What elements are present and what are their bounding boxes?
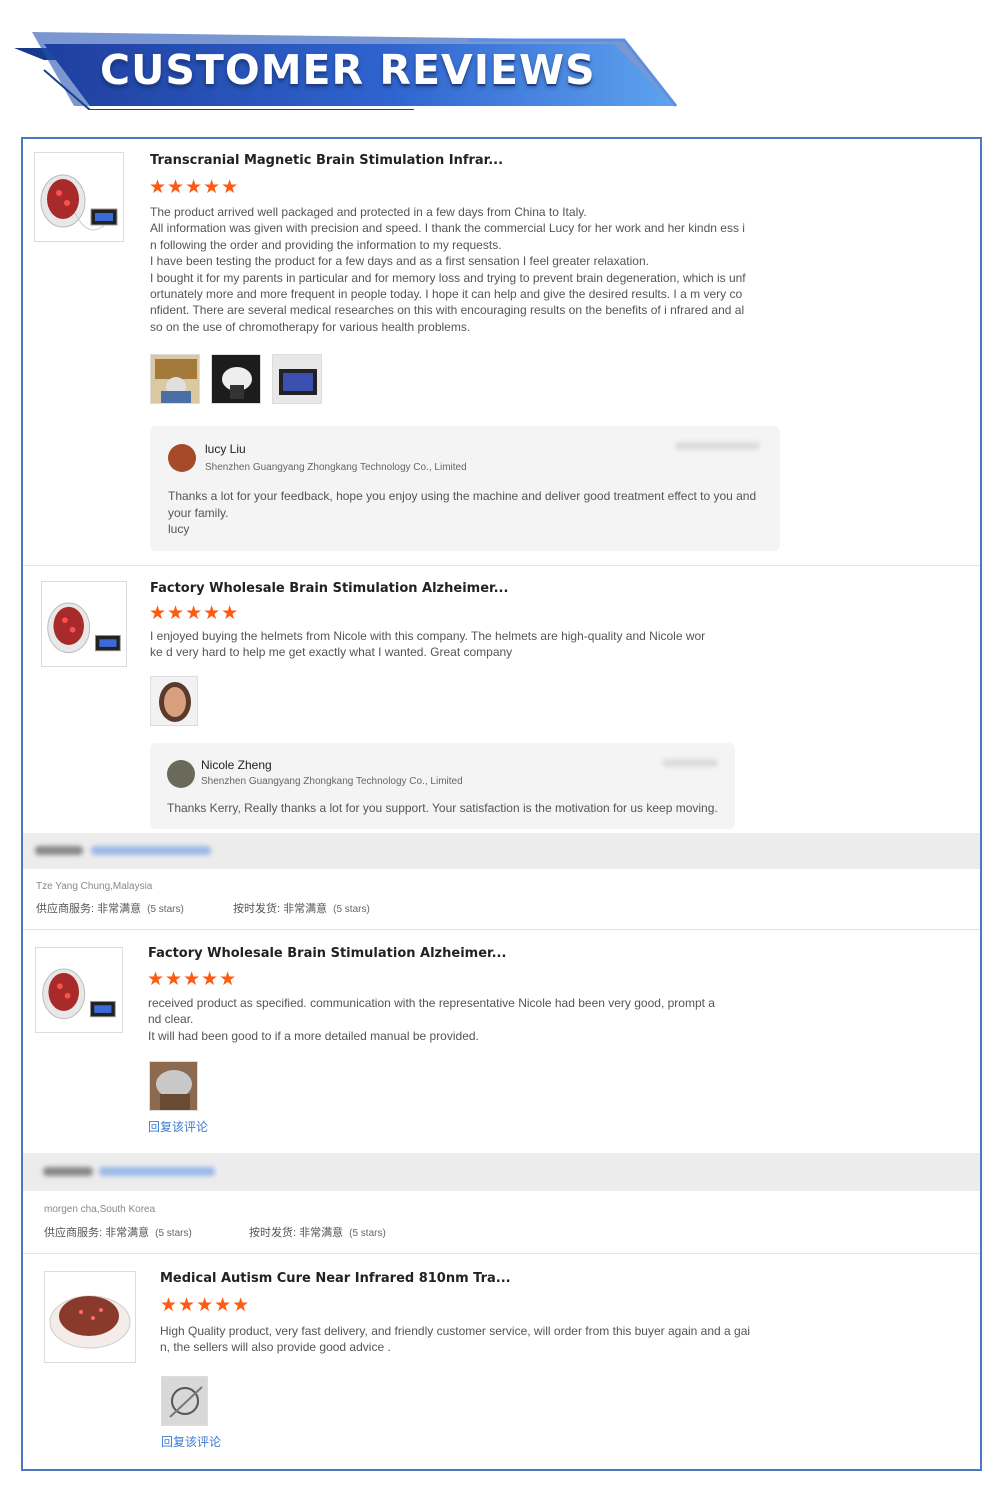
reply-text: Thanks Kerry, Really thanks a lot for yo… [167, 801, 718, 815]
avatar [168, 444, 196, 472]
product-thumbnail[interactable] [44, 1271, 136, 1363]
blurred-label [43, 1167, 93, 1176]
rating-stars: ★★★★★ [149, 177, 240, 198]
reply-company: Shenzhen Guangyang Zhongkang Technology … [201, 776, 463, 787]
reply-author: lucy Liu [205, 442, 246, 456]
reply-company: Shenzhen Guangyang Zhongkang Technology … [205, 462, 467, 473]
review-photo[interactable] [150, 354, 200, 404]
review-photo[interactable] [211, 354, 261, 404]
reply-text: Thanks a lot for your feedback, hope you… [168, 489, 757, 536]
review-photo[interactable] [272, 354, 322, 404]
product-thumbnail[interactable] [35, 947, 123, 1033]
reviewer-name: Tze Yang Chung,Malaysia [36, 881, 153, 892]
review-section-header [23, 833, 980, 869]
review-text: I enjoyed buying the helmets from Nicole… [150, 629, 706, 660]
reviews-panel: Transcranial Magnetic Brain Stimulation … [21, 137, 982, 1471]
reply-to-review-link[interactable]: 回复该评论 [148, 1118, 208, 1135]
review-card: Transcranial Magnetic Brain Stimulation … [23, 139, 980, 566]
review-text: High Quality product, very fast delivery… [160, 1324, 751, 1355]
delivery-rating: 按时发货: 非常满意 (5 stars) [233, 903, 370, 915]
review-card: Medical Autism Cure Near Infrared 810nm … [23, 1253, 980, 1469]
rating-stars: ★★★★★ [147, 969, 238, 990]
product-thumbnail[interactable] [34, 152, 124, 242]
banner-title: CUSTOMER REVIEWS [100, 46, 596, 94]
delivery-rating: 按时发货: 非常满意 (5 stars) [249, 1227, 386, 1239]
reviewer-name: morgen cha,South Korea [44, 1204, 156, 1215]
rating-stars: ★★★★★ [149, 603, 240, 624]
product-thumbnail[interactable] [41, 581, 127, 667]
seller-reply: lucy Liu Shenzhen Guangyang Zhongkang Te… [150, 426, 780, 551]
review-photo[interactable] [150, 676, 198, 726]
reply-author: Nicole Zheng [201, 758, 272, 772]
blurred-link [91, 846, 211, 855]
review-text: The product arrived well packaged and pr… [150, 205, 746, 334]
review-meta: Tze Yang Chung,Malaysia 供应商服务: 非常满意 (5 st… [23, 869, 980, 930]
product-title[interactable]: Medical Autism Cure Near Infrared 810nm … [160, 1271, 511, 1286]
avatar [167, 760, 195, 788]
reply-to-review-link[interactable]: 回复该评论 [161, 1433, 221, 1450]
service-rating: 供应商服务: 非常满意 (5 stars) [36, 903, 184, 915]
review-card: Factory Wholesale Brain Stimulation Alzh… [23, 565, 980, 834]
product-title[interactable]: Transcranial Magnetic Brain Stimulation … [150, 153, 503, 168]
rating-stars: ★★★★★ [160, 1295, 251, 1316]
reply-date [662, 759, 718, 767]
product-title[interactable]: Factory Wholesale Brain Stimulation Alzh… [148, 946, 506, 961]
review-photo[interactable] [161, 1376, 208, 1426]
review-section-header [23, 1153, 980, 1191]
product-title[interactable]: Factory Wholesale Brain Stimulation Alzh… [150, 581, 508, 596]
reply-date [675, 442, 760, 450]
blurred-link [99, 1167, 215, 1176]
review-photo[interactable] [149, 1061, 198, 1111]
review-meta: morgen cha,South Korea 供应商服务: 非常满意 (5 sta… [23, 1191, 980, 1254]
blurred-label [35, 846, 83, 855]
seller-reply: Nicole Zheng Shenzhen Guangyang Zhongkan… [150, 743, 735, 829]
service-rating: 供应商服务: 非常满意 (5 stars) [44, 1227, 192, 1239]
review-text: received product as specified. communica… [148, 996, 715, 1043]
review-card: Factory Wholesale Brain Stimulation Alzh… [23, 929, 980, 1154]
